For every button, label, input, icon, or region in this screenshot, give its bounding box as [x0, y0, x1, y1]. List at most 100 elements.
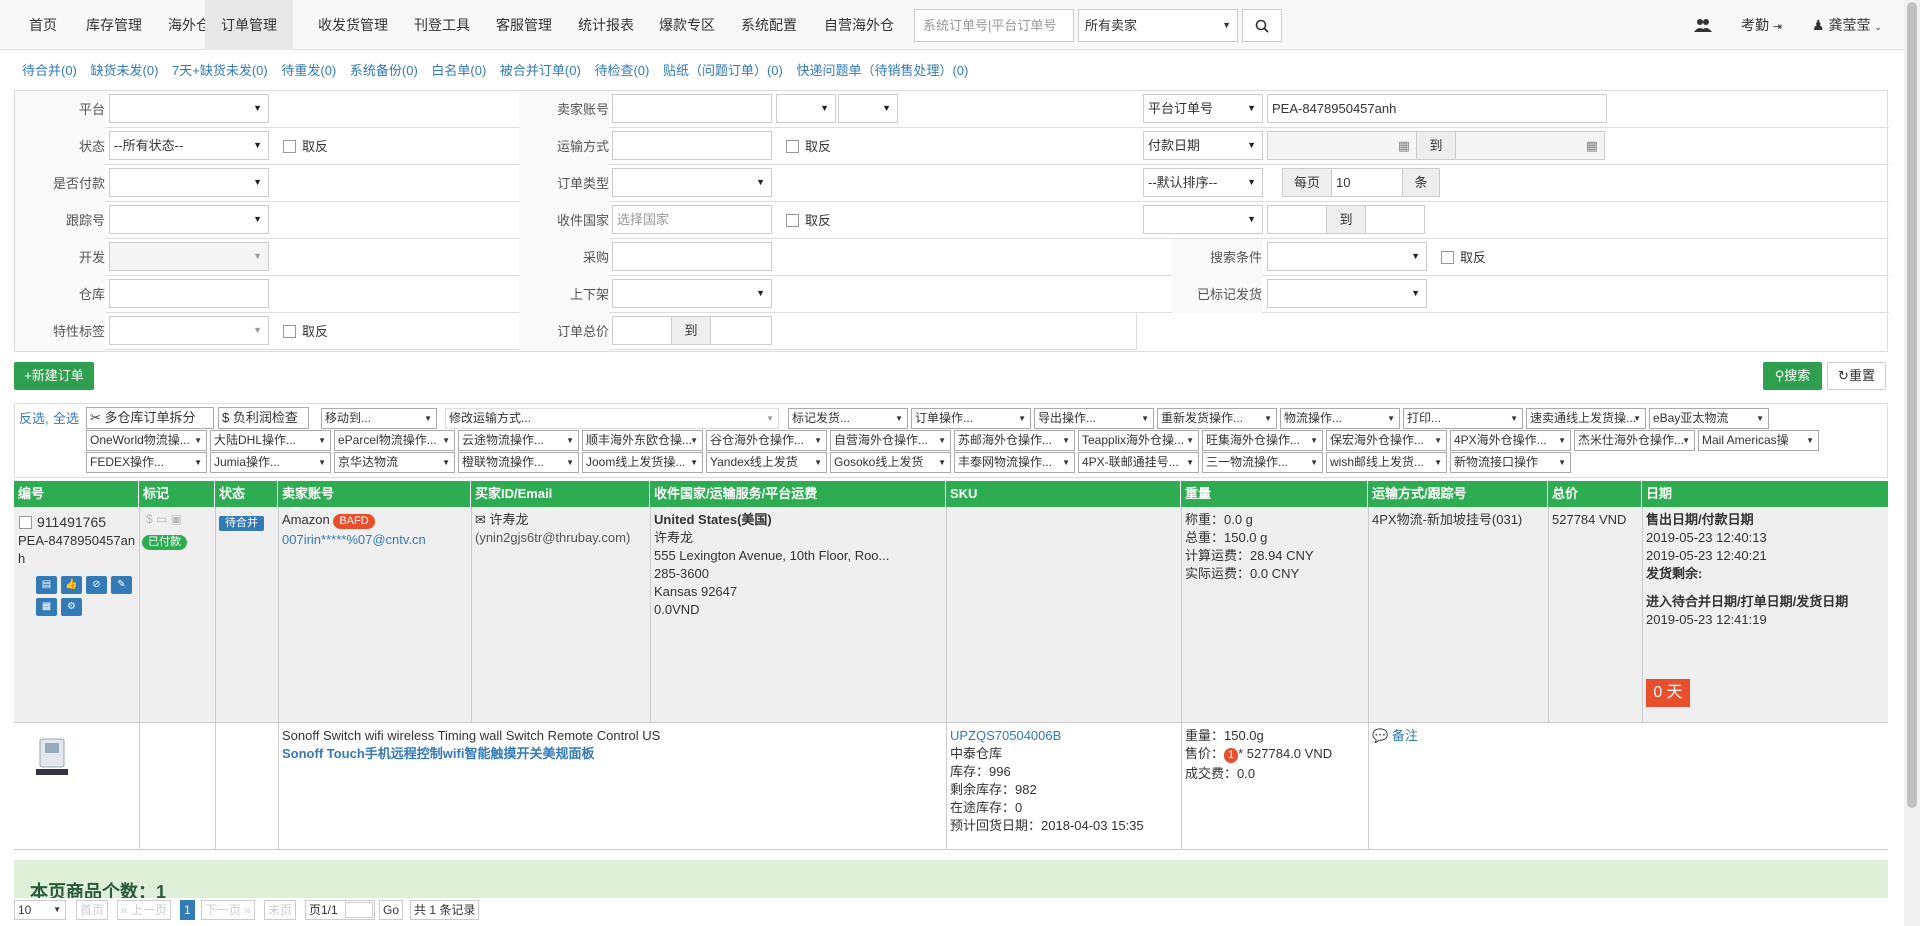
- toolbar-action-select[interactable]: eBay亚太物流 ▼: [1649, 408, 1769, 429]
- toolbar-action-select[interactable]: 顺丰海外东欧仓操... ▼: [582, 430, 703, 451]
- toolbar-action-select[interactable]: 杰米仕海外仓操作... ▼: [1574, 430, 1695, 451]
- toolbar-action-select[interactable]: 速卖通线上发货操... ▼: [1526, 408, 1646, 429]
- move-to-select[interactable]: 移动到... ▼: [321, 408, 437, 429]
- scrollbar-thumb[interactable]: [1907, 2, 1917, 808]
- date-from-input[interactable]: ▦: [1267, 131, 1417, 160]
- status-select[interactable]: --所有状态-- ▼: [109, 131, 269, 160]
- order-search-input[interactable]: 系统订单号|平台订单号: [914, 9, 1074, 42]
- range-to-input[interactable]: [1365, 205, 1425, 234]
- toolbar-action-select[interactable]: Yandex线上发货 ▼: [706, 452, 827, 473]
- toolbar-action-select[interactable]: 标记发货... ▼: [788, 408, 908, 429]
- range-field-select[interactable]: ▼: [1143, 205, 1263, 234]
- toolbar-action-select[interactable]: 橙联物流操作... ▼: [458, 452, 579, 473]
- calculator-icon[interactable]: ▦: [36, 598, 57, 616]
- toolbar-action-select[interactable]: 大陆DHL操作... ▼: [210, 430, 331, 451]
- paid-select[interactable]: ▼: [109, 168, 269, 197]
- toolbar-action-select[interactable]: FEDEX操作... ▼: [86, 452, 207, 473]
- quick-link-express-problem[interactable]: 快递问题单（待销售处理）(0): [796, 63, 968, 78]
- country-input[interactable]: 选择国家: [612, 205, 772, 234]
- first-page-button[interactable]: 首页: [76, 900, 109, 920]
- toolbar-action-select[interactable]: 自营海外仓操作... ▼: [830, 430, 951, 451]
- per-page-input[interactable]: 10: [1331, 168, 1403, 197]
- thumbs-up-icon[interactable]: 👍: [61, 576, 82, 594]
- status-invert-checkbox[interactable]: [283, 140, 296, 153]
- users-icon[interactable]: [1694, 17, 1712, 33]
- search-invert-checkbox[interactable]: [1441, 251, 1454, 264]
- search-submit-button[interactable]: ⚲搜索: [1763, 362, 1822, 390]
- gear-icon[interactable]: ⚙: [61, 598, 82, 616]
- prev-page-button[interactable]: « 上一页: [117, 900, 172, 920]
- nav-item-home[interactable]: 首页: [29, 0, 57, 50]
- product-thumbnail[interactable]: [34, 735, 70, 779]
- purchase-input[interactable]: [612, 242, 772, 271]
- quick-link-pending-resend[interactable]: 待重发(0): [281, 63, 336, 78]
- quick-link-whitelist[interactable]: 白名单(0): [431, 63, 486, 78]
- go-button[interactable]: Go: [379, 900, 404, 920]
- reset-button[interactable]: ↻重置: [1827, 362, 1886, 390]
- order-type-select[interactable]: ▼: [612, 168, 772, 197]
- toolbar-action-select[interactable]: 物流操作... ▼: [1280, 408, 1400, 429]
- quick-link-system-backup[interactable]: 系统备份(0): [350, 63, 418, 78]
- dollar-icon[interactable]: $: [146, 512, 153, 526]
- next-page-button[interactable]: 下一页 »: [201, 900, 256, 920]
- page-1-button[interactable]: 1: [180, 900, 195, 920]
- seller-select[interactable]: 所有卖家 ▼: [1078, 9, 1238, 42]
- tag-select[interactable]: ▼: [109, 316, 269, 345]
- product-title-cn-link[interactable]: Sonoff Touch手机远程控制wifi智能触摸开关美规面板: [282, 745, 594, 763]
- toolbar-action-select[interactable]: 云途物流操作... ▼: [458, 430, 579, 451]
- document-icon[interactable]: ▭: [156, 512, 167, 526]
- quick-link-pending-merge[interactable]: 待合并(0): [22, 63, 77, 78]
- search-condition-select[interactable]: ▼: [1267, 242, 1427, 271]
- note-link[interactable]: 💬 备注: [1372, 727, 1418, 745]
- nav-item-overseas-warehouse[interactable]: 海外仓: [168, 0, 210, 50]
- edit-icon[interactable]: ✎: [111, 576, 132, 594]
- country-invert-checkbox[interactable]: [786, 214, 799, 227]
- profit-check-button[interactable]: $ 负利润检查: [218, 407, 309, 429]
- toolbar-action-select[interactable]: 京华达物流 ▼: [334, 452, 455, 473]
- date-to-input[interactable]: ▦: [1455, 131, 1605, 160]
- nav-item-order-management[interactable]: 订单管理: [205, 0, 293, 50]
- tag-invert-checkbox[interactable]: [283, 325, 296, 338]
- nav-item-listing-tools[interactable]: 刊登工具: [414, 0, 470, 50]
- toolbar-action-select[interactable]: 丰泰网物流操作... ▼: [954, 452, 1075, 473]
- seller-sub-select-1[interactable]: ▼: [776, 94, 836, 123]
- marked-shipped-select[interactable]: ▼: [1267, 279, 1427, 308]
- nav-item-reports[interactable]: 统计报表: [578, 0, 634, 50]
- shipping-method-input[interactable]: [612, 131, 772, 160]
- shipping-invert-checkbox[interactable]: [786, 140, 799, 153]
- print-icon[interactable]: ▣: [171, 512, 182, 526]
- listing-status-select[interactable]: ▼: [612, 279, 772, 308]
- nav-item-hot-products[interactable]: 爆款专区: [659, 0, 715, 50]
- user-menu[interactable]: ♟ 龚莹莹 ⌄: [1812, 0, 1882, 50]
- sort-select[interactable]: --默认排序-- ▼: [1143, 168, 1263, 197]
- toolbar-action-select[interactable]: Joom线上发货操... ▼: [582, 452, 703, 473]
- split-order-button[interactable]: ✂ 多仓库订单拆分: [86, 407, 214, 429]
- tracking-select[interactable]: ▼: [109, 205, 269, 234]
- new-order-button[interactable]: +新建订单: [14, 362, 94, 390]
- select-inverse-link[interactable]: 反选,: [19, 408, 49, 427]
- toolbar-action-select[interactable]: wish邮线上发货... ▼: [1326, 452, 1447, 473]
- envelope-icon[interactable]: ✉: [475, 512, 486, 527]
- ban-icon[interactable]: ⊘: [86, 576, 107, 594]
- toolbar-action-select[interactable]: 旺集海外仓操作... ▼: [1202, 430, 1323, 451]
- toolbar-action-select[interactable]: eParcel物流操作... ▼: [334, 430, 455, 451]
- quick-link-pending-check[interactable]: 待检查(0): [594, 63, 649, 78]
- total-to-input[interactable]: [710, 316, 772, 345]
- toolbar-action-select[interactable]: 打印... ▼: [1403, 408, 1523, 429]
- platform-order-input[interactable]: PEA-8478950457anh: [1267, 94, 1607, 123]
- toolbar-action-select[interactable]: 重新发货操作... ▼: [1157, 408, 1277, 429]
- nav-item-system-config[interactable]: 系统配置: [741, 0, 797, 50]
- quick-link-out-of-stock[interactable]: 缺货未发(0): [91, 63, 159, 78]
- toolbar-action-select[interactable]: 谷仓海外仓操作... ▼: [706, 430, 827, 451]
- seller-account-input[interactable]: [612, 94, 772, 123]
- toolbar-action-select[interactable]: Teapplix海外仓操... ▼: [1078, 430, 1199, 451]
- toolbar-action-select[interactable]: Jumia操作... ▼: [210, 452, 331, 473]
- attendance-link[interactable]: 考勤 ⇥: [1741, 0, 1782, 50]
- page-size-select[interactable]: 10 ▼: [14, 900, 66, 920]
- platform-select[interactable]: ▼: [109, 94, 269, 123]
- page-scrollbar[interactable]: [1904, 0, 1920, 926]
- sku-link[interactable]: UPZQS70504006B: [950, 727, 1061, 745]
- toolbar-action-select[interactable]: 苏邮海外仓操作... ▼: [954, 430, 1075, 451]
- platform-order-type-select[interactable]: 平台订单号 ▼: [1143, 94, 1263, 123]
- last-page-button[interactable]: 末页: [264, 900, 297, 920]
